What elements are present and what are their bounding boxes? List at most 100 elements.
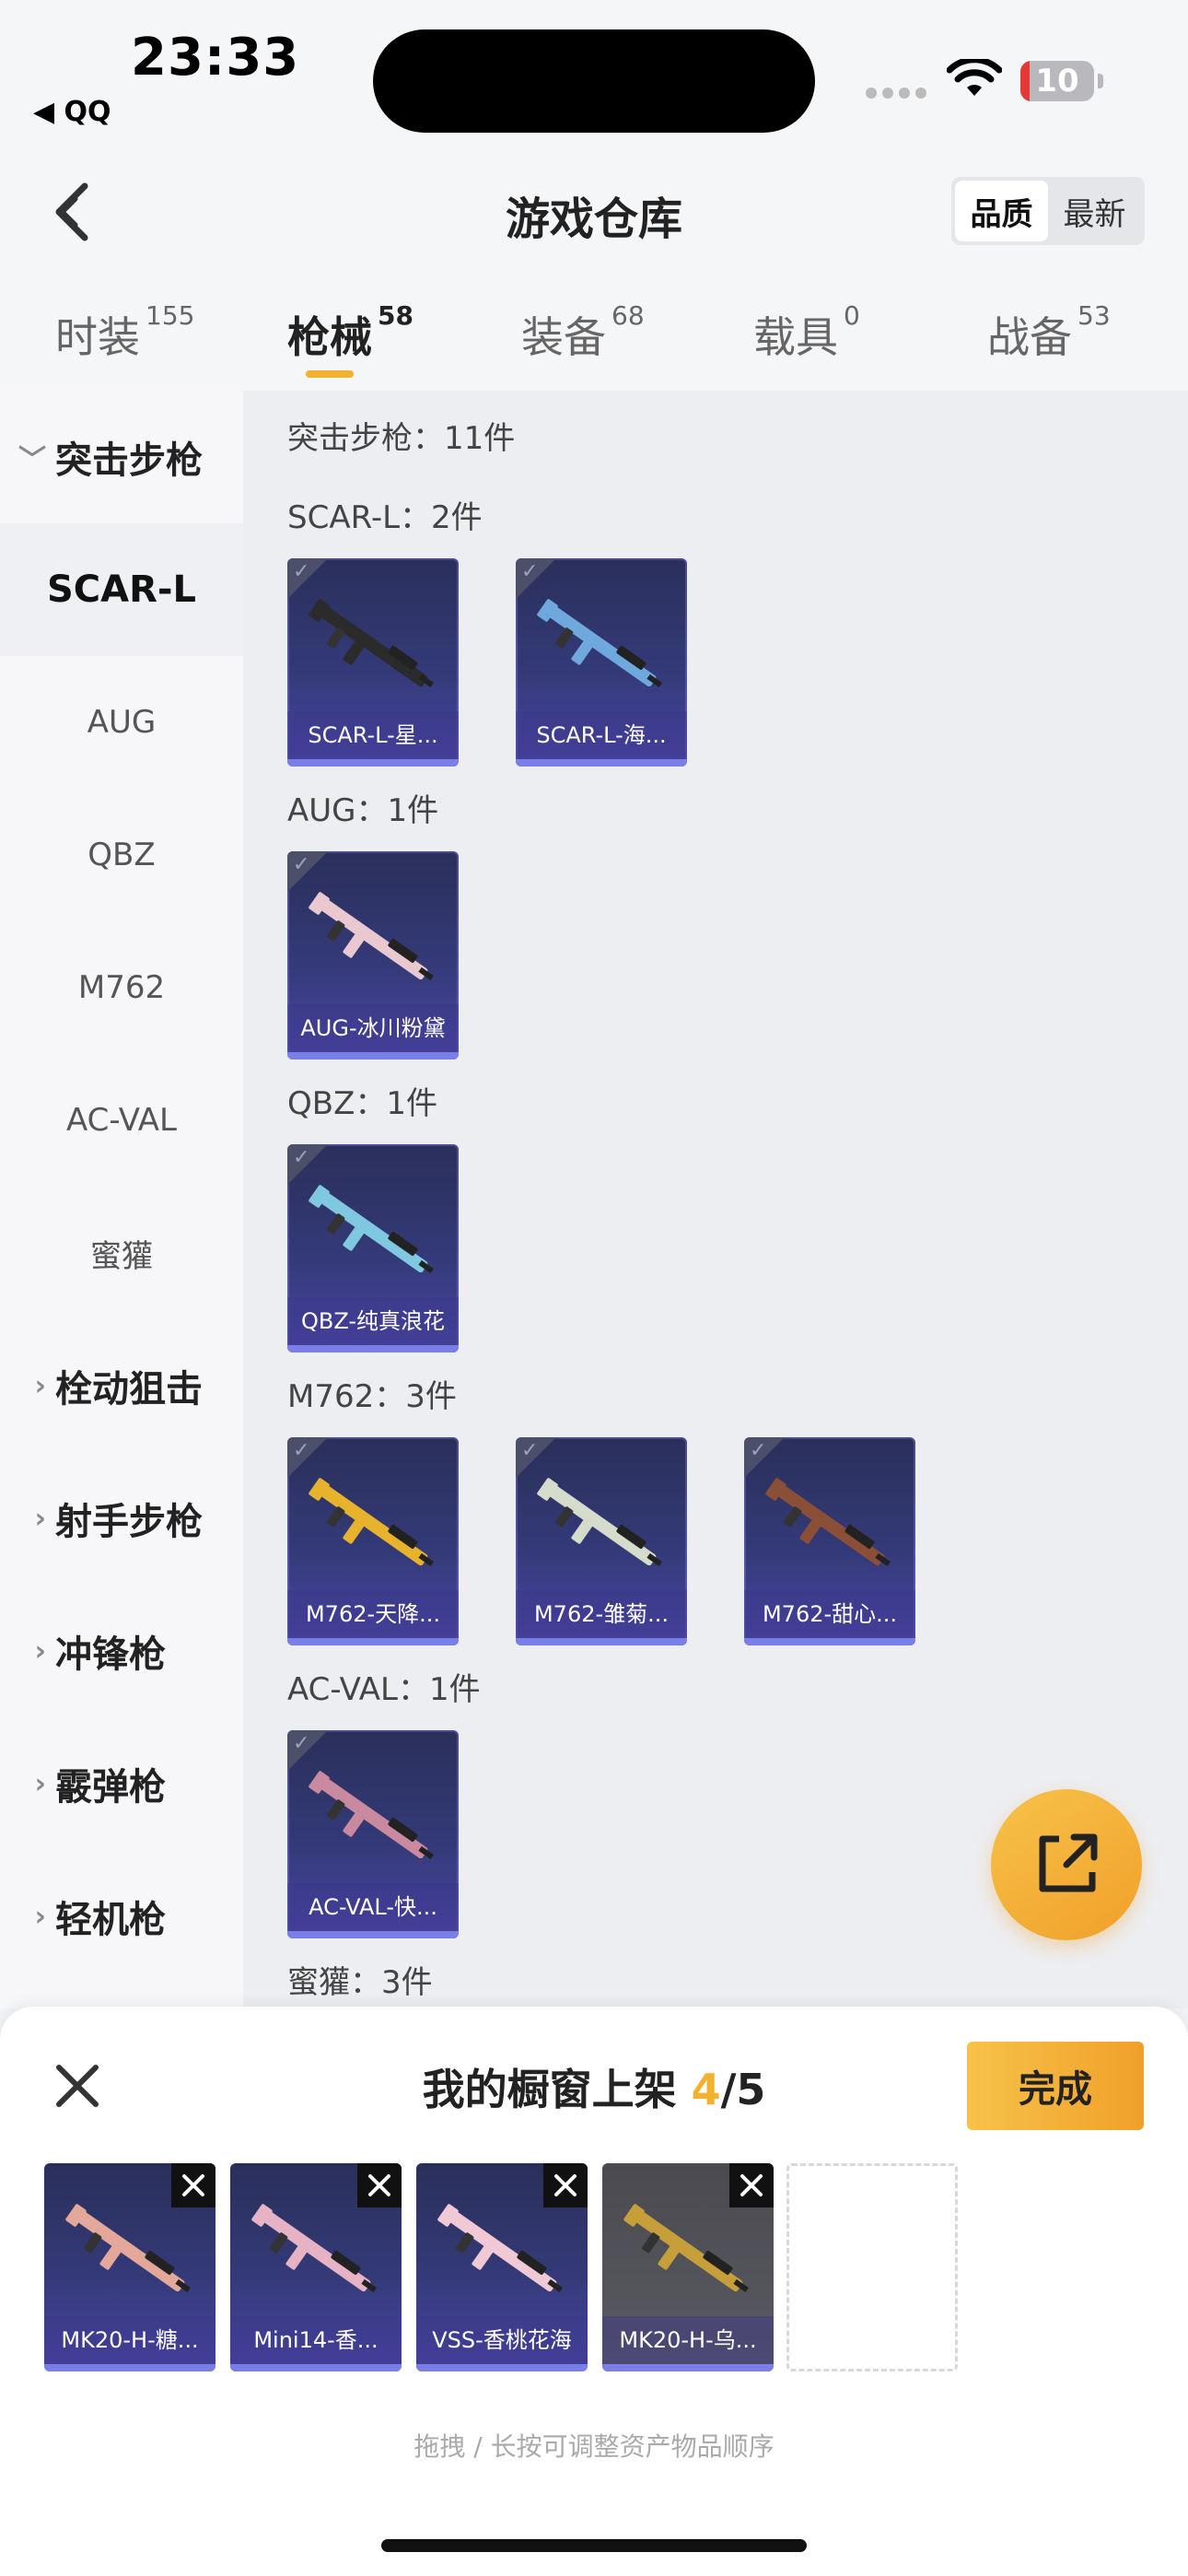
item-card[interactable]: ✓ AC-VAL-快... (287, 1730, 459, 1938)
category-tabs: 时装 155 枪械 58 装备 68 载具 0 战备 53 (0, 276, 1188, 391)
chevron-right-icon: › (34, 1900, 46, 1933)
rifle-icon (429, 2191, 575, 2311)
tab-label: 时装 (55, 312, 140, 362)
check-icon: ✓ (293, 1732, 310, 1755)
rarity-bar (287, 759, 459, 767)
tab-label: 装备 (521, 312, 606, 362)
rarity-bar (516, 759, 687, 767)
item-card[interactable]: ✓ M762-天降... (287, 1437, 459, 1645)
rarity-bar (602, 2364, 774, 2371)
shelf-item[interactable]: Mini14-香... (230, 2163, 402, 2371)
share-button[interactable] (991, 1789, 1142, 1940)
battery-tip (1098, 74, 1103, 88)
rifle-icon (615, 2191, 761, 2311)
sidebar-item-m762[interactable]: M762 (0, 921, 243, 1054)
status-bar: 23:33 ◀ QQ 10 (0, 0, 1188, 147)
sidebar-category-label: 霰弹枪 (55, 1766, 166, 1809)
showcase-total: /5 (720, 2065, 766, 2114)
item-card[interactable]: ✓ AUG-冰川粉黛 (287, 851, 459, 1060)
shelf-item-name: VSS-香桃花海 (416, 2316, 588, 2364)
rifle-icon (757, 1465, 903, 1585)
tab-label: 枪械 (287, 312, 372, 362)
share-icon (1039, 1833, 1098, 1892)
category-summary: 突击步枪：11件 (287, 420, 516, 457)
rarity-bar (287, 1638, 459, 1645)
rifle-icon (300, 1465, 446, 1585)
sidebar-item-qbz[interactable]: QBZ (0, 789, 243, 921)
shelf-item[interactable]: MK20-H-乌... (602, 2163, 774, 2371)
rifle-icon (529, 586, 674, 706)
sort-newest-button[interactable]: 最新 (1048, 181, 1141, 241)
rifle-icon (300, 586, 446, 706)
sidebar-category-label: 冲锋枪 (55, 1633, 166, 1676)
rarity-bar (287, 1345, 459, 1352)
sort-toggle[interactable]: 品质 最新 (951, 177, 1145, 245)
item-card[interactable]: ✓ M762-雏菊... (516, 1437, 687, 1645)
tab-vehicles[interactable]: 载具 0 (753, 300, 860, 365)
sidebar-item-ac-val[interactable]: AC-VAL (0, 1054, 243, 1187)
dynamic-island (373, 29, 815, 133)
rifle-icon (300, 1758, 446, 1878)
check-icon: ✓ (293, 560, 310, 583)
weapon-type-sidebar: ﹀ 突击步枪 SCAR-L AUG QBZ M762 AC-VAL 蜜獾 › 栓动狙… (0, 391, 243, 2008)
item-card[interactable]: ✓ SCAR-L-星... (287, 558, 459, 767)
showcase-count: 4 (691, 2065, 721, 2114)
check-icon: ✓ (521, 1439, 539, 1462)
sort-quality-button[interactable]: 品质 (955, 181, 1048, 241)
rarity-bar (516, 1638, 687, 1645)
sidebar-category-dmr[interactable]: › 射手步枪 (0, 1452, 243, 1585)
tab-active-indicator (306, 370, 354, 378)
item-card[interactable]: ✓ QBZ-纯真浪花 (287, 1144, 459, 1352)
group-label-ac-val: AC-VAL：1件 (287, 1671, 481, 1708)
check-icon: ✓ (293, 853, 310, 876)
remove-icon[interactable] (171, 2163, 215, 2207)
remove-icon[interactable] (357, 2163, 402, 2207)
back-to-app-link[interactable]: ◀ QQ (33, 96, 111, 128)
group-label-aug: AUG：1件 (287, 792, 439, 829)
item-name: AUG-冰川粉黛 (287, 1004, 459, 1052)
clock: 23:33 (131, 28, 300, 88)
sidebar-item-honey-badger[interactable]: 蜜獾 (0, 1187, 243, 1319)
item-name: AC-VAL-快... (287, 1883, 459, 1931)
group-label-honey-badger: 蜜獾：3件 (287, 1964, 433, 2001)
sidebar-category-shotgun[interactable]: › 霰弹枪 (0, 1717, 243, 1850)
item-name: M762-甜心... (744, 1590, 915, 1638)
item-name: M762-天降... (287, 1590, 459, 1638)
tab-count: 58 (378, 300, 413, 331)
nav-header: 游戏仓库 品质 最新 (0, 147, 1188, 276)
tab-label: 载具 (753, 312, 838, 362)
item-name: SCAR-L-海... (516, 711, 687, 759)
signal-icon (866, 85, 932, 102)
home-indicator (381, 2539, 807, 2552)
group-label-scar-l: SCAR-L：2件 (287, 499, 483, 536)
done-button[interactable]: 完成 (967, 2042, 1144, 2130)
item-card[interactable]: ✓ M762-甜心... (744, 1437, 915, 1645)
chevron-right-icon: › (34, 1369, 46, 1402)
tab-guns[interactable]: 枪械 58 (287, 300, 413, 378)
sidebar-item-aug[interactable]: AUG (0, 656, 243, 789)
shelf-item-name: Mini14-香... (230, 2316, 402, 2364)
sidebar-category-assault-rifle[interactable]: ﹀ 突击步枪 (0, 391, 243, 523)
group-label-m762: M762：3件 (287, 1378, 457, 1415)
chevron-down-icon: ﹀ (18, 444, 46, 476)
sidebar-item-scar-l[interactable]: SCAR-L (0, 523, 243, 656)
chevron-right-icon: › (34, 1634, 46, 1668)
shelf-item[interactable]: MK20-H-糖... (44, 2163, 215, 2371)
sidebar-category-label: 射手步枪 (55, 1501, 203, 1543)
tab-fashion[interactable]: 时装 155 (55, 300, 194, 365)
item-name: M762-雏菊... (516, 1590, 687, 1638)
wifi-icon (946, 56, 1003, 103)
item-card[interactable]: ✓ SCAR-L-海... (516, 558, 687, 767)
check-icon: ✓ (293, 1439, 310, 1462)
sidebar-category-smg[interactable]: › 冲锋枪 (0, 1585, 243, 1717)
sidebar-category-label: 栓动狙击 (55, 1368, 203, 1411)
tab-supplies[interactable]: 战备 53 (987, 300, 1111, 365)
check-icon: ✓ (293, 1146, 310, 1169)
shelf-item[interactable]: VSS-香桃花海 (416, 2163, 588, 2371)
empty-shelf-slot[interactable] (786, 2163, 958, 2371)
sidebar-category-lmg[interactable]: › 轻机枪 (0, 1850, 243, 1983)
tab-equipment[interactable]: 装备 68 (521, 300, 645, 365)
sidebar-category-bolt-sniper[interactable]: › 栓动狙击 (0, 1319, 243, 1452)
remove-icon[interactable] (543, 2163, 588, 2207)
remove-icon[interactable] (729, 2163, 774, 2207)
